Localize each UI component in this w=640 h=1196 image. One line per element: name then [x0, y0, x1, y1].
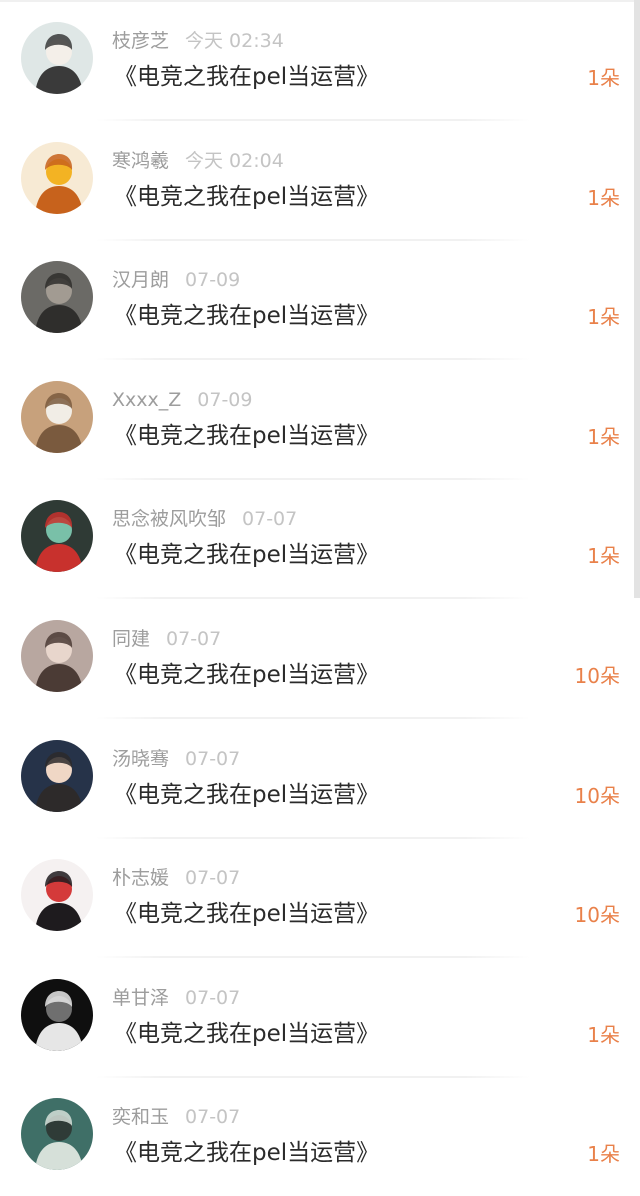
- list-item[interactable]: 单甘泽 07-07 《电竞之我在pel当运营》 1朵: [0, 957, 634, 1078]
- item-meta: 单甘泽 07-07: [112, 984, 240, 1012]
- list-item[interactable]: 思念被风吹邹 07-07 《电竞之我在pel当运营》 1朵: [0, 478, 634, 600]
- item-meta: 朴志媛 07-07: [112, 864, 240, 892]
- user-name[interactable]: 枝彦芝: [112, 30, 169, 52]
- avatar[interactable]: [21, 141, 93, 214]
- book-title[interactable]: 《电竞之我在pel当运营》: [114, 299, 379, 333]
- user-name[interactable]: 奕和玉: [112, 1106, 169, 1128]
- book-title[interactable]: 《电竞之我在pel当运营》: [114, 538, 379, 572]
- book-title[interactable]: 《电竞之我在pel当运营》: [114, 897, 379, 931]
- avatar[interactable]: [21, 500, 93, 573]
- avatar-masked-character-icon: [21, 500, 93, 573]
- item-meta: 寒鸿羲 今天 02:04: [112, 147, 284, 175]
- item-meta: Xxxx_Z 07-09: [112, 386, 252, 414]
- avatar[interactable]: [21, 739, 93, 812]
- flower-count: 10朵: [574, 664, 620, 688]
- book-title[interactable]: 《电竞之我在pel当运营》: [114, 1017, 379, 1051]
- avatar-girl-portrait-icon: [21, 22, 93, 94]
- book-title[interactable]: 《电竞之我在pel当运营》: [114, 419, 379, 453]
- user-name[interactable]: 思念被风吹邹: [112, 508, 226, 530]
- timestamp: 07-07: [185, 867, 241, 890]
- list-item[interactable]: 奕和玉 07-07 《电竞之我在pel当运营》 1朵: [0, 1076, 634, 1196]
- timestamp: 07-09: [197, 388, 253, 411]
- avatar-autumn-trees-icon: [21, 141, 93, 214]
- user-name[interactable]: 汤晓骞: [112, 748, 169, 770]
- timestamp: 07-09: [185, 269, 241, 292]
- list-item[interactable]: 寒鸿羲 今天 02:04 《电竞之我在pel当运营》 1朵: [0, 120, 634, 241]
- flower-count: 10朵: [574, 783, 620, 808]
- timestamp: 07-07: [185, 986, 241, 1009]
- list-item[interactable]: 枝彦芝 今天 02:34 《电竞之我在pel当运营》 1朵: [0, 0, 634, 121]
- timestamp: 今天 02:34: [185, 30, 284, 52]
- item-meta: 汤晓骞 07-07: [112, 745, 240, 773]
- flower-count: 1朵: [587, 1022, 620, 1047]
- avatar[interactable]: [21, 22, 93, 94]
- timestamp: 07-07: [185, 1106, 241, 1129]
- avatar[interactable]: [21, 620, 93, 692]
- item-meta: 同建 07-07: [112, 625, 221, 653]
- user-name[interactable]: 朴志媛: [112, 867, 169, 889]
- flower-count: 10朵: [574, 903, 620, 928]
- book-title[interactable]: 《电竞之我在pel当运营》: [114, 1136, 379, 1170]
- user-name[interactable]: 寒鸿羲: [112, 150, 169, 172]
- flower-count: 1朵: [587, 305, 620, 330]
- avatar-cat-in-box-icon: [21, 380, 93, 453]
- timestamp: 07-07: [166, 628, 222, 650]
- user-name[interactable]: 单甘泽: [112, 987, 169, 1009]
- timestamp: 07-07: [242, 508, 298, 531]
- avatar[interactable]: [21, 380, 93, 453]
- user-name[interactable]: 汉月朗: [112, 269, 169, 291]
- flower-count: 1朵: [587, 66, 620, 90]
- list-item[interactable]: 汉月朗 07-09 《电竞之我在pel当运营》 1朵: [0, 239, 634, 361]
- scrollbar[interactable]: [634, 0, 640, 598]
- list-item[interactable]: 汤晓骞 07-07 《电竞之我在pel当运营》 10朵: [0, 718, 634, 839]
- avatar-dark-figure-icon: [21, 261, 93, 334]
- user-name[interactable]: Xxxx_Z: [112, 389, 181, 411]
- flower-count: 1朵: [587, 544, 620, 569]
- avatar-boy-night-icon: [21, 739, 93, 812]
- avatar[interactable]: [21, 859, 93, 932]
- book-title[interactable]: 《电竞之我在pel当运营》: [114, 60, 379, 94]
- flower-count: 1朵: [587, 424, 620, 449]
- item-meta: 枝彦芝 今天 02:34: [112, 27, 284, 55]
- item-meta: 思念被风吹邹 07-07: [112, 505, 297, 533]
- user-name[interactable]: 同建: [112, 628, 150, 650]
- list-item[interactable]: 同建 07-07 《电竞之我在pel当运营》 10朵: [0, 598, 634, 719]
- avatar-girl-red-icon: [21, 859, 93, 932]
- avatar[interactable]: [21, 261, 93, 334]
- book-title[interactable]: 《电竞之我在pel当运营》: [114, 180, 379, 214]
- flower-count: 1朵: [587, 185, 620, 210]
- list-item[interactable]: 朴志媛 07-07 《电竞之我在pel当运营》 10朵: [0, 837, 634, 959]
- book-title[interactable]: 《电竞之我在pel当运营》: [114, 658, 379, 692]
- item-meta: 奕和玉 07-07: [112, 1103, 240, 1131]
- avatar[interactable]: [21, 978, 93, 1051]
- flower-count: 1朵: [587, 1142, 620, 1167]
- book-title[interactable]: 《电竞之我在pel当运营》: [114, 778, 379, 812]
- list-item[interactable]: Xxxx_Z 07-09 《电竞之我在pel当运营》 1朵: [0, 359, 634, 480]
- avatar-bw-figure-icon: [21, 978, 93, 1051]
- item-meta: 汉月朗 07-09: [112, 266, 240, 294]
- timestamp: 今天 02:04: [185, 149, 284, 172]
- avatar-woman-portrait-icon: [21, 620, 93, 692]
- timestamp: 07-07: [185, 747, 241, 770]
